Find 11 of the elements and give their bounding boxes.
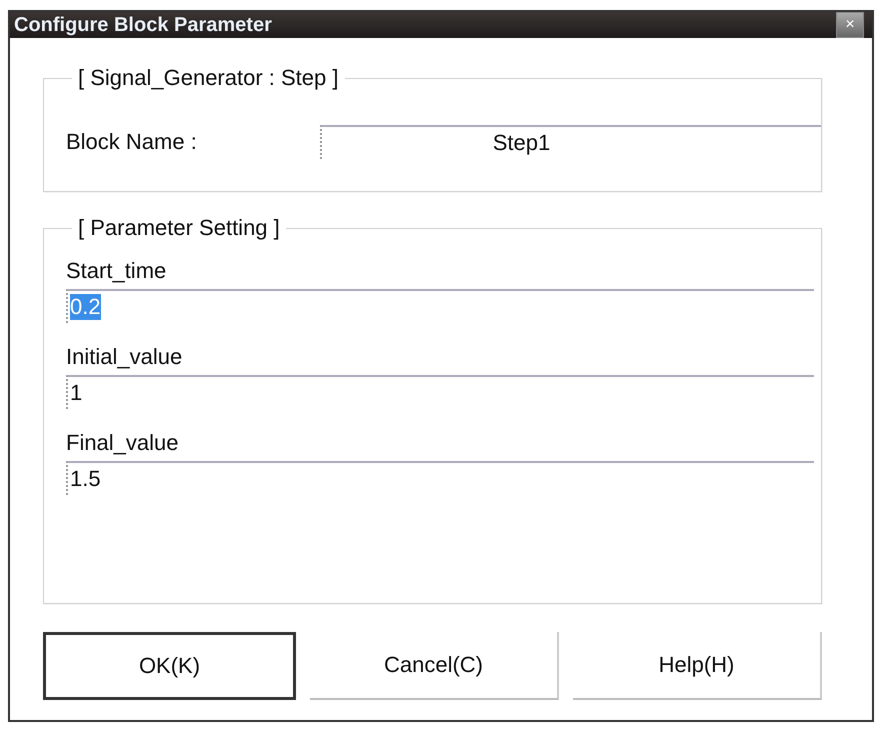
field-label: Block Name :: [66, 129, 198, 155]
dialog-button[interactable]: OK(K): [43, 632, 296, 700]
window-title: Configure Block Parameter: [14, 14, 272, 36]
input-field[interactable]: 1: [66, 375, 814, 409]
dialog-button[interactable]: Cancel(C): [310, 632, 559, 700]
field-label: Final_value: [66, 431, 180, 455]
dialog-button[interactable]: Help(H): [573, 632, 822, 700]
field-label: Start_time: [66, 259, 168, 283]
input-field[interactable]: 1.5: [66, 461, 814, 495]
field-label: Initial_value: [66, 345, 184, 369]
input-field[interactable]: Step1: [320, 125, 821, 159]
